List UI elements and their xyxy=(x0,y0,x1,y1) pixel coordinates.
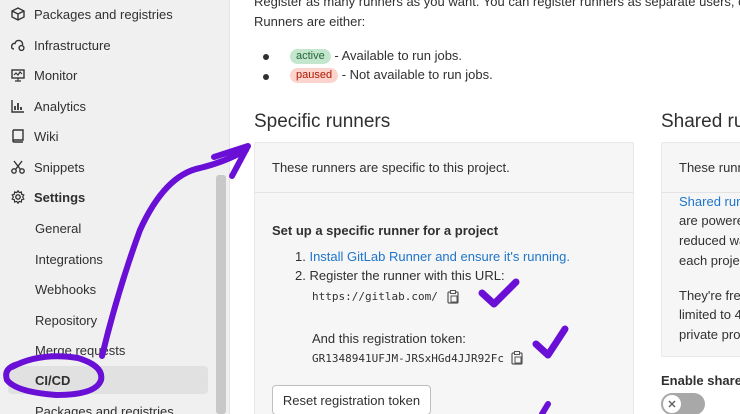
divider xyxy=(662,192,740,193)
sidebar-subitem-label: Packages and registries xyxy=(35,403,174,414)
sidebar-subitem-webhooks[interactable]: Webhooks xyxy=(8,275,208,303)
sidebar-item-monitor[interactable]: Monitor xyxy=(8,61,208,89)
sidebar-item-wiki[interactable]: Wiki xyxy=(8,122,208,150)
specific-runners-panel: These runners are specific to this proje… xyxy=(254,142,634,414)
enable-shared-runners-toggle[interactable] xyxy=(661,393,705,414)
setup-title: Set up a specific runner for a project xyxy=(272,223,499,238)
sidebar-item-label: Monitor xyxy=(34,67,78,83)
step-number: 1. xyxy=(295,249,306,264)
sidebar-subitem-label: CI/CD xyxy=(35,372,71,388)
sidebar-subitem-label: Repository xyxy=(35,312,98,328)
sidebar-item-label: Infrastructure xyxy=(34,37,111,53)
sidebar-item-settings[interactable]: Settings xyxy=(8,183,208,211)
copy-token-icon[interactable] xyxy=(511,351,523,365)
specific-runners-heading: Specific runners xyxy=(254,111,391,132)
specific-description: These runners are specific to this proje… xyxy=(272,160,510,175)
intro-line-1: Register as many runners as you want. Yo… xyxy=(254,0,740,9)
token-label: And this registration token: xyxy=(312,331,466,346)
sidebar-scrollbar[interactable] xyxy=(216,175,226,414)
monitor-icon xyxy=(10,67,26,83)
status-badge-paused: paused xyxy=(290,68,339,83)
shared-runners-heading: Shared ru xyxy=(661,111,740,132)
step-2: 2. Register the runner with this URL: xyxy=(295,268,505,283)
sidebar-subitem-general[interactable]: General xyxy=(8,214,208,242)
enable-shared-label: Enable shared xyxy=(661,373,740,388)
shared-runners-link[interactable]: Shared run xyxy=(679,194,740,209)
sidebar: Packages and registries Infrastructure M… xyxy=(0,0,230,414)
sidebar-item-label: Settings xyxy=(34,189,86,205)
registration-token: GR1348941UFJM-JRSxHGd4JJR92Fc xyxy=(312,352,505,365)
bullet-text: - Not available to run jobs. xyxy=(338,67,493,82)
bullet-dot xyxy=(263,54,269,60)
sidebar-subitem-packages[interactable]: Packages and registries xyxy=(8,397,208,414)
divider xyxy=(255,192,633,193)
shared-text-line: private pro xyxy=(679,327,740,342)
sidebar-item-label: Packages and registries xyxy=(34,6,173,22)
step-text: Register the runner with this URL: xyxy=(309,268,505,283)
scissors-icon xyxy=(10,159,26,175)
cloud-gear-icon xyxy=(10,37,26,53)
install-runner-link[interactable]: Install GitLab Runner and ensure it's ru… xyxy=(309,249,569,264)
bullet-dot xyxy=(263,74,269,80)
main-content: Register as many runners as you want. Yo… xyxy=(231,0,740,414)
sidebar-item-analytics[interactable]: Analytics xyxy=(8,92,208,120)
intro-line-2: Runners are either: xyxy=(254,14,366,29)
runner-url: https://gitlab.com/ xyxy=(312,290,438,303)
sidebar-item-label: Analytics xyxy=(34,98,87,114)
shared-text-line: are powere xyxy=(679,213,740,228)
reset-registration-token-button[interactable]: Reset registration token xyxy=(272,385,431,414)
sidebar-subitem-cicd[interactable]: CI/CD xyxy=(8,366,208,394)
shared-text-line: limited to 4 xyxy=(679,307,740,322)
step-1: 1. Install GitLab Runner and ensure it's… xyxy=(295,249,570,264)
status-badge-active: active xyxy=(290,49,331,64)
shared-text-line: each projec xyxy=(679,253,740,268)
sidebar-item-snippets[interactable]: Snippets xyxy=(8,153,208,181)
shared-runners-panel: These runn Shared run are powere reduced… xyxy=(661,142,740,357)
sidebar-subitem-integrations[interactable]: Integrations xyxy=(8,245,208,273)
sidebar-subitem-label: Webhooks xyxy=(35,281,97,297)
sidebar-subitem-repository[interactable]: Repository xyxy=(8,306,208,334)
sidebar-subitem-label: Integrations xyxy=(35,251,103,267)
sidebar-subitem-merge-requests[interactable]: Merge requests xyxy=(8,336,208,364)
shared-description: These runn xyxy=(679,160,740,175)
copy-url-icon[interactable] xyxy=(447,290,459,304)
book-icon xyxy=(10,128,26,144)
sidebar-item-infrastructure[interactable]: Infrastructure xyxy=(8,31,208,59)
shared-text-line: They're free xyxy=(679,288,740,303)
toggle-off-icon xyxy=(663,395,681,413)
package-icon xyxy=(10,6,26,22)
bullet-paused: paused - Not available to run jobs. xyxy=(290,67,493,83)
bullet-text: - Available to run jobs. xyxy=(330,48,463,63)
step-number: 2. xyxy=(295,268,306,283)
shared-text-line: reduced wa xyxy=(679,233,740,248)
sidebar-subitem-label: Merge requests xyxy=(35,342,126,358)
chart-icon xyxy=(10,98,26,114)
gear-icon xyxy=(10,189,26,205)
sidebar-item-label: Wiki xyxy=(34,128,59,144)
sidebar-item-label: Snippets xyxy=(34,159,85,175)
bullet-active: active - Available to run jobs. xyxy=(290,48,462,64)
sidebar-subitem-label: General xyxy=(35,220,82,236)
sidebar-item-packages[interactable]: Packages and registries xyxy=(8,0,208,28)
